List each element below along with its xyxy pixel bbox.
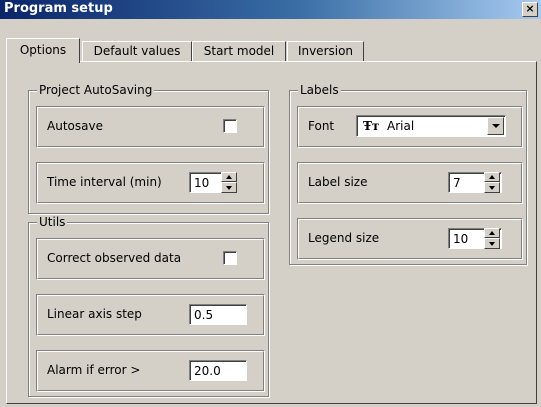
spin-up-icon[interactable] [221, 172, 237, 182]
legend-size-spinner[interactable] [484, 228, 500, 249]
correct-data-checkbox[interactable] [223, 251, 237, 265]
title-bar[interactable]: Program setup × [0, 0, 541, 19]
spin-down-icon[interactable] [484, 182, 500, 193]
font-label: Font [308, 119, 335, 133]
autosave-panel: Autosave [36, 106, 265, 148]
legend-size-label: Legend size [308, 231, 380, 245]
tab-inversion[interactable]: Inversion [287, 41, 364, 62]
chevron-down-icon[interactable] [487, 117, 504, 135]
linear-step-panel: Linear axis step 0.5 [36, 294, 265, 336]
font-select-value: Arial [387, 119, 415, 133]
utils-group: Utils Correct observed data Linear axis … [28, 215, 269, 397]
utils-group-title: Utils [37, 215, 68, 229]
correct-data-panel: Correct observed data [36, 238, 265, 280]
spin-down-icon[interactable] [484, 238, 500, 249]
label-size-panel: Label size 7 [297, 162, 523, 204]
alarm-label: Alarm if error > [47, 363, 141, 377]
label-size-label: Label size [308, 175, 368, 189]
autosave-checkbox[interactable] [223, 119, 237, 133]
tab-start-model[interactable]: Start model [192, 41, 286, 62]
tab-options[interactable]: Options [6, 38, 80, 63]
autosaving-group: Project AutoSaving Autosave Time interva… [28, 83, 269, 214]
program-setup-dialog: Program setup × Options Default values S… [0, 0, 541, 407]
window-title: Program setup [4, 1, 113, 16]
spin-down-icon[interactable] [221, 182, 237, 193]
correct-data-label: Correct observed data [47, 251, 182, 265]
close-button[interactable]: × [522, 2, 538, 17]
spin-up-icon[interactable] [484, 228, 500, 238]
tab-default-values[interactable]: Default values [82, 41, 192, 62]
time-interval-label: Time interval (min) [47, 175, 162, 189]
spin-up-icon[interactable] [484, 172, 500, 182]
options-tab-page: Project AutoSaving Autosave Time interva… [6, 61, 537, 404]
font-panel: Font Ŧт Arial [297, 106, 523, 148]
linear-step-input[interactable]: 0.5 [189, 304, 247, 325]
time-interval-spinner[interactable] [221, 172, 237, 193]
label-size-spinner[interactable] [484, 172, 500, 193]
alarm-input[interactable]: 20.0 [189, 360, 247, 381]
autosaving-group-title: Project AutoSaving [37, 83, 155, 97]
autosave-label: Autosave [47, 119, 103, 133]
alarm-panel: Alarm if error > 20.0 [36, 350, 265, 392]
labels-group-title: Labels [298, 83, 341, 97]
legend-size-panel: Legend size 10 [297, 218, 523, 260]
labels-group: Labels Font Ŧт Arial Label size 7 Legend… [289, 83, 527, 265]
truetype-font-icon: Ŧт [363, 119, 380, 133]
font-select[interactable]: Ŧт Arial [356, 115, 506, 137]
time-interval-panel: Time interval (min) 10 [36, 162, 265, 204]
linear-step-label: Linear axis step [47, 307, 142, 321]
